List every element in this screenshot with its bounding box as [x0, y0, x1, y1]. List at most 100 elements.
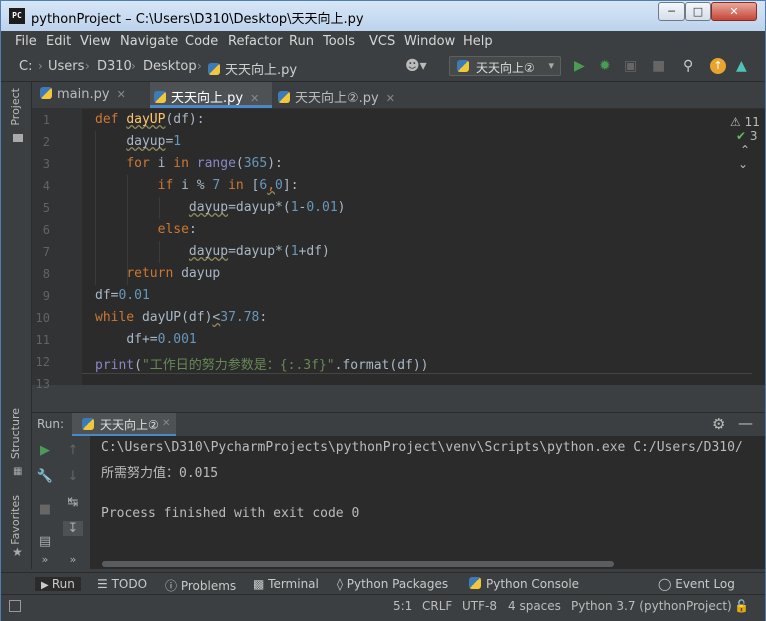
- breadcrumb-separator-icon: ›: [38, 59, 43, 73]
- menu-view[interactable]: View: [80, 34, 111, 49]
- menu-code[interactable]: Code: [185, 34, 218, 49]
- menu-vcs[interactable]: VCS: [369, 34, 395, 49]
- current-line-divider: [82, 373, 752, 374]
- menu-run[interactable]: Run: [289, 34, 314, 49]
- structure-tool-tab[interactable]: Structure: [9, 408, 22, 459]
- menu-navigate[interactable]: Navigate: [120, 34, 178, 49]
- caret-position[interactable]: 5:1: [393, 599, 412, 613]
- close-tab-icon[interactable]: ✕: [162, 418, 170, 429]
- line-number: 10: [35, 311, 50, 325]
- horizontal-scrollbar[interactable]: [102, 561, 614, 567]
- menu-help[interactable]: Help: [463, 34, 493, 49]
- file-encoding[interactable]: UTF-8: [462, 599, 497, 613]
- run-tab-tiantian2[interactable]: 天天向上② ✕: [72, 413, 176, 437]
- jetbrains-logo-icon[interactable]: ▲: [736, 58, 747, 74]
- breadcrumb-d310[interactable]: D310: [97, 59, 132, 74]
- tab-tiantian-py[interactable]: 天天向上.py ✕: [150, 82, 272, 108]
- tool-terminal[interactable]: ▩ Terminal: [253, 577, 319, 591]
- layout-icon[interactable]: ▤: [35, 534, 55, 549]
- code-line-7: dayup=dayup*(1+df): [188, 244, 330, 259]
- hide-panel-icon[interactable]: —: [738, 414, 753, 432]
- menu-tools[interactable]: Tools: [323, 34, 355, 49]
- debug-bug-icon[interactable]: ✹: [599, 58, 611, 74]
- editor-tab-bar: main.py ✕ 天天向上.py ✕ 天天向上②.py ✕: [32, 82, 765, 109]
- more-icon[interactable]: »: [63, 553, 83, 566]
- wrench-icon[interactable]: 🔧: [35, 469, 55, 484]
- line-number: 1: [42, 113, 50, 127]
- line-number: 7: [42, 245, 50, 259]
- left-tool-strip: Project Structure ▦ Favorites ★: [1, 82, 32, 569]
- update-arrow-icon[interactable]: ↑: [710, 58, 726, 74]
- tool-python-packages[interactable]: ◊ Python Packages: [337, 577, 448, 591]
- down-arrow-icon[interactable]: ↓: [63, 469, 83, 484]
- up-arrow-icon[interactable]: ↑: [63, 443, 83, 458]
- tool-run[interactable]: ▶ Run: [35, 577, 81, 591]
- run-panel-label: Run:: [37, 417, 65, 431]
- close-tab-icon[interactable]: ✕: [250, 92, 259, 105]
- breadcrumb-users[interactable]: Users: [48, 59, 84, 74]
- rerun-icon[interactable]: ▶: [35, 443, 55, 458]
- python-file-icon: [278, 91, 290, 103]
- tool-event-log[interactable]: ◯ Event Log: [658, 577, 735, 591]
- line-number: 13: [35, 377, 50, 391]
- line-number: 9: [42, 289, 50, 303]
- stop-icon[interactable]: ■: [35, 502, 55, 517]
- previous-highlight-icon[interactable]: ⌃: [740, 143, 750, 157]
- tool-terminal-label: Terminal: [268, 577, 319, 591]
- line-number: 6: [42, 223, 50, 237]
- menu-edit[interactable]: Edit: [46, 34, 71, 49]
- run-configuration-selector[interactable]: 天天向上② ▾: [449, 56, 561, 76]
- python-file-icon: [82, 418, 94, 430]
- gear-icon[interactable]: ⚙: [712, 415, 725, 433]
- terminal-icon: ▩: [253, 577, 269, 591]
- more-icon[interactable]: »: [35, 553, 55, 566]
- ok-count: 3: [749, 129, 758, 143]
- indent-setting[interactable]: 4 spaces: [508, 599, 561, 613]
- search-icon[interactable]: ⚲: [683, 58, 693, 74]
- minimize-button[interactable]: ─: [658, 2, 685, 21]
- code-line-3: for i in range(365):: [126, 156, 283, 171]
- favorites-tool-tab[interactable]: Favorites: [9, 495, 22, 545]
- tool-todo[interactable]: ☰ TODO: [97, 577, 147, 591]
- soft-wrap-icon[interactable]: ↹: [63, 495, 83, 510]
- warning-count: 11: [744, 115, 760, 129]
- code-line-12: print("工作日的努力参数是：{:.3f}".format(df)): [95, 358, 429, 373]
- python-interpreter[interactable]: Python 3.7 (pythonProject): [571, 599, 732, 613]
- scroll-to-end-icon[interactable]: ↧: [63, 521, 83, 536]
- stop-icon[interactable]: ■: [652, 58, 665, 74]
- close-tab-icon[interactable]: ✕: [117, 88, 126, 101]
- run-console[interactable]: C:\Users\D310\PycharmProjects\pythonProj…: [90, 436, 765, 569]
- breadcrumb-file[interactable]: 天天向上.py: [208, 59, 297, 78]
- tool-python-console[interactable]: Python Console: [469, 577, 579, 591]
- tab-main-py[interactable]: main.py ✕: [40, 82, 148, 108]
- menu-refactor[interactable]: Refactor: [228, 34, 283, 49]
- menu-file[interactable]: File: [15, 34, 37, 49]
- inspection-widget[interactable]: ⚠ 11 ✔ 3 ⌃ ⌄: [730, 115, 765, 171]
- run-tab-label: 天天向上②: [100, 418, 159, 432]
- python-console-icon: [469, 577, 481, 589]
- maximize-button[interactable]: □: [685, 2, 711, 21]
- tool-problems[interactable]: ⓘ Problems: [165, 577, 236, 594]
- breadcrumb-separator-icon: ›: [85, 59, 90, 73]
- lock-icon[interactable]: 🔓: [734, 599, 749, 613]
- close-window-button[interactable]: ✕: [711, 2, 757, 21]
- run-icon[interactable]: ▶: [574, 58, 585, 74]
- project-tool-tab[interactable]: Project: [9, 88, 22, 126]
- breadcrumb-drive[interactable]: C:: [19, 59, 32, 74]
- code-line-9: df=0.01: [95, 288, 150, 303]
- line-number: 8: [42, 267, 50, 281]
- coverage-icon[interactable]: ▣: [624, 58, 637, 74]
- close-tab-icon[interactable]: ✕: [386, 92, 395, 105]
- user-account-icon[interactable]: ☻▾: [405, 58, 427, 74]
- run-panel-header: Run: 天天向上② ✕ ⚙ —: [32, 412, 765, 437]
- tab-tiantian2-py[interactable]: 天天向上②.py ✕: [276, 82, 406, 108]
- code-editor[interactable]: def dayUP(df): dayup=1 for i in range(36…: [82, 109, 765, 385]
- python-file-icon: [154, 91, 166, 103]
- line-separator[interactable]: CRLF: [422, 599, 452, 613]
- toggle-tool-windows-icon[interactable]: [9, 600, 21, 612]
- tool-todo-label: TODO: [111, 577, 148, 591]
- check-icon: ✔: [736, 129, 747, 143]
- next-highlight-icon[interactable]: ⌄: [738, 157, 748, 171]
- breadcrumb-desktop[interactable]: Desktop: [143, 59, 197, 74]
- menu-window[interactable]: Window: [404, 34, 455, 49]
